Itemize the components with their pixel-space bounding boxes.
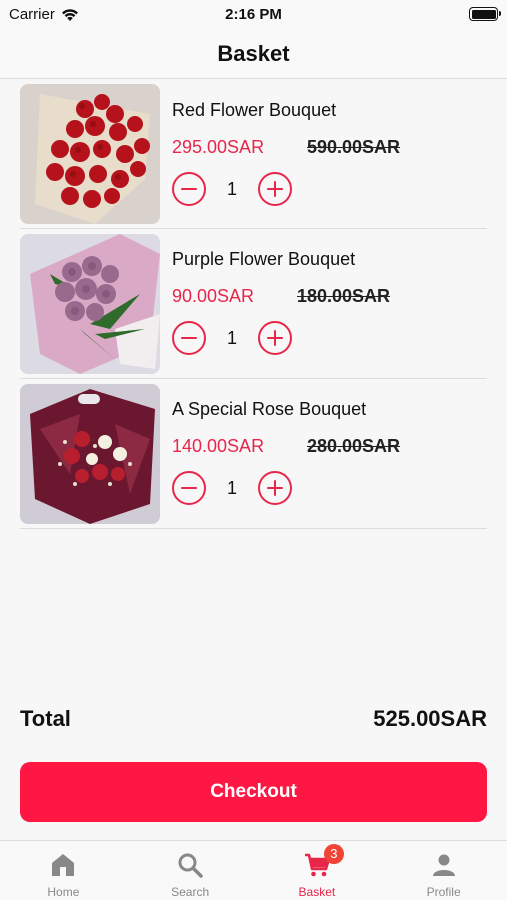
total-value: 525.00SAR xyxy=(373,706,487,731)
decrease-quantity-button[interactable] xyxy=(172,471,206,505)
decrease-quantity-button[interactable] xyxy=(172,172,206,206)
sale-price: 90.00SAR xyxy=(172,286,255,306)
tab-home[interactable]: Home xyxy=(0,841,127,900)
clock: 2:16 PM xyxy=(225,6,282,23)
tab-profile[interactable]: Profile xyxy=(380,841,507,900)
basket-list[interactable]: Red Flower Bouquet 295.00SAR 590.00SAR 1 xyxy=(20,80,487,529)
original-price: 180.00SAR xyxy=(297,286,391,306)
product-image-purple-bouquet[interactable] xyxy=(20,234,160,374)
sale-price: 140.00SAR xyxy=(172,436,265,456)
basket-item: A Special Rose Bouquet 140.00SAR 280.00S… xyxy=(20,379,487,529)
page-title: Basket xyxy=(217,41,290,66)
person-icon xyxy=(432,854,455,876)
quantity-value: 1 xyxy=(226,327,237,348)
basket-item: Red Flower Bouquet 295.00SAR 590.00SAR 1 xyxy=(20,80,487,229)
tab-search[interactable]: Search xyxy=(127,841,254,900)
home-icon xyxy=(52,854,75,876)
navigation-bar: Basket xyxy=(0,30,507,79)
product-name: Red Flower Bouquet xyxy=(172,100,337,120)
product-name: A Special Rose Bouquet xyxy=(172,399,367,419)
product-image-red-bouquet[interactable] xyxy=(20,84,160,224)
basket-item: Purple Flower Bouquet 90.00SAR 180.00SAR… xyxy=(20,229,487,379)
tab-bar: Home Search 3 Basket Profile xyxy=(0,840,507,900)
battery-icon xyxy=(469,7,501,21)
product-name: Purple Flower Bouquet xyxy=(172,249,356,269)
total-row: Total 525.00SAR xyxy=(20,706,487,734)
quantity-value: 1 xyxy=(226,178,237,199)
status-bar: Carrier 2:16 PM xyxy=(0,0,507,30)
increase-quantity-button[interactable] xyxy=(258,172,292,206)
decrease-quantity-button[interactable] xyxy=(172,321,206,355)
quantity-stepper: 1 xyxy=(172,321,292,355)
original-price: 280.00SAR xyxy=(307,436,401,456)
tab-label: Basket xyxy=(298,885,336,899)
search-icon xyxy=(178,853,203,878)
product-image-special-rose-bouquet[interactable] xyxy=(20,384,160,524)
tab-basket[interactable]: 3 Basket xyxy=(254,841,381,900)
quantity-stepper: 1 xyxy=(172,471,292,505)
increase-quantity-button[interactable] xyxy=(258,321,292,355)
quantity-stepper: 1 xyxy=(172,172,292,206)
quantity-value: 1 xyxy=(226,477,237,498)
increase-quantity-button[interactable] xyxy=(258,471,292,505)
tab-label: Search xyxy=(171,885,210,899)
total-label: Total xyxy=(20,706,71,731)
checkout-button[interactable]: Checkout xyxy=(20,762,487,822)
sale-price: 295.00SAR xyxy=(172,137,265,157)
tab-label: Profile xyxy=(426,885,461,899)
basket-count-badge: 3 xyxy=(323,844,344,864)
original-price: 590.00SAR xyxy=(307,137,401,157)
tab-label: Home xyxy=(47,885,80,899)
